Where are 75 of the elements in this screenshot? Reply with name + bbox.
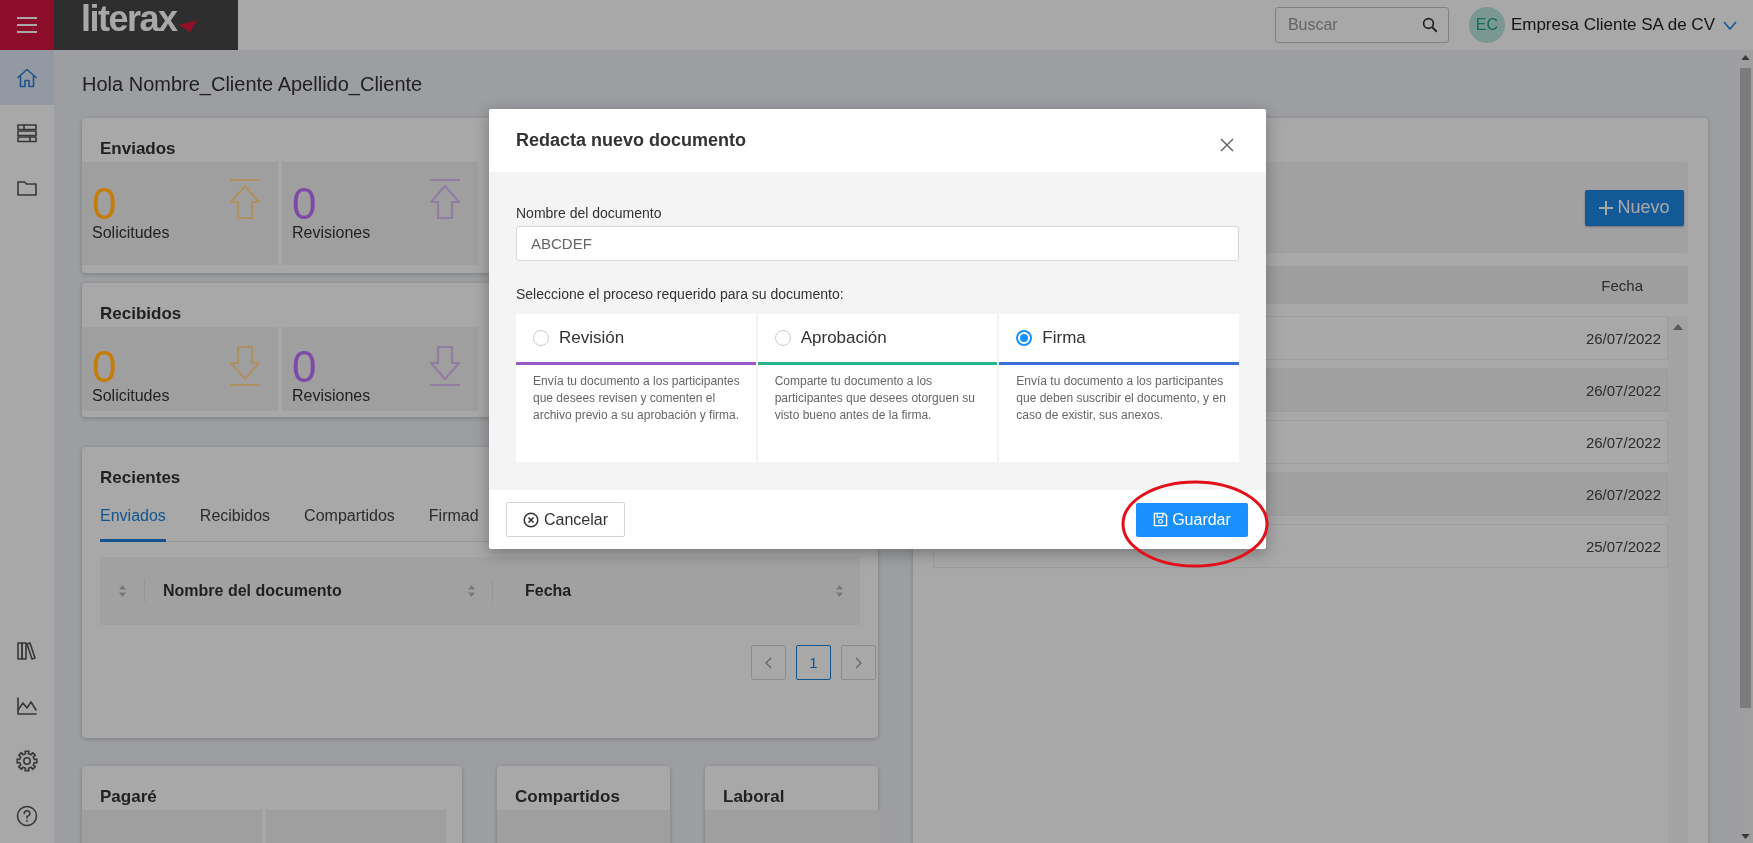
tab[interactable]: Enviados: [100, 507, 166, 542]
chevron-down-icon: [1723, 20, 1737, 30]
help-icon: [15, 803, 39, 828]
tab[interactable]: Firmad: [428, 507, 479, 542]
circle-x-icon: [523, 511, 539, 528]
scroll-up-icon: [1741, 55, 1750, 60]
search-icon: [1420, 16, 1439, 34]
greeting: Hola Nombre_Cliente Apellido_Cliente: [82, 72, 424, 98]
avatar: EC: [1468, 7, 1505, 43]
triangle-icon: [178, 20, 197, 32]
table-cell: 26/07/2022: [1585, 433, 1661, 451]
stat-value: 0: [92, 347, 117, 387]
radio-button[interactable]: [774, 330, 791, 346]
tab[interactable]: Recibidos: [199, 507, 271, 542]
download-arrow-icon: [427, 343, 463, 387]
radio-button[interactable]: [1016, 330, 1033, 346]
chevron-left-icon: [765, 656, 772, 669]
card-title: Enviados: [100, 138, 176, 160]
plus-icon: [1599, 200, 1614, 215]
option-title: Aprobación: [800, 328, 887, 348]
page-button[interactable]: 1: [796, 645, 831, 680]
instruction-text: Seleccione el proceso requerido para su documento:: [516, 286, 845, 302]
column-header: Nombre del documento: [163, 582, 342, 600]
card-title: Pagaré: [100, 786, 157, 808]
stat-value: 0: [292, 347, 317, 387]
close-icon: [1220, 137, 1234, 152]
option-title: Revisión: [559, 328, 625, 348]
account-name: Empresa Cliente SA de CV: [1510, 15, 1715, 35]
upload-arrow-icon: [227, 178, 263, 222]
scroll-down-icon: [1741, 834, 1750, 839]
tab[interactable]: Compartidos: [304, 507, 395, 542]
stat-label: Solicitudes: [92, 387, 170, 405]
name-field[interactable]: ABCDEF: [516, 226, 1239, 261]
cancel-button[interactable]: Cancelar: [506, 502, 625, 537]
save-button[interactable]: Guardar: [1136, 502, 1248, 537]
download-arrow-icon: [227, 343, 263, 387]
search-field[interactable]: Buscar: [1274, 7, 1449, 43]
sort-icon: [467, 584, 476, 598]
stat-label: Solicitudes: [92, 224, 170, 242]
menu-button[interactable]: [0, 0, 54, 50]
option-title: Firma: [1042, 328, 1086, 348]
sidebar-item[interactable]: [0, 50, 54, 105]
upload-arrow-icon: [427, 178, 463, 222]
stat-label: Revisiones: [292, 387, 371, 405]
sort-icon: [117, 584, 127, 598]
card-title: Recibidos: [100, 303, 182, 325]
column-header: Fecha: [1601, 276, 1643, 294]
process-option[interactable]: Aprobación Comparte tu documento a los participantes que desees otorguen su visto bueno antes de la firma.: [757, 314, 998, 462]
table-cell: 26/07/2022: [1585, 381, 1661, 399]
process-option[interactable]: Firma Envía tu documento a los participantes que deben suscribir el documento, y en caso de existir, sus anexos.: [999, 314, 1239, 462]
chevron-right-icon: [855, 656, 862, 669]
field-label: Nombre del documento: [516, 205, 663, 221]
settings-icon: [15, 748, 39, 773]
table-cell: 26/07/2022: [1585, 329, 1661, 347]
column-header: Fecha: [525, 582, 572, 600]
table-cell: 25/07/2022: [1585, 537, 1661, 555]
menu-icon: [16, 16, 38, 34]
option-description: Envía tu documento a los participantes que desees revisen y comenten el archivo previo a su aprobación y firma.: [533, 373, 741, 424]
new-button[interactable]: Nuevo: [1585, 189, 1684, 226]
scroll-up-icon: [1673, 324, 1683, 330]
card-title: Compartidos: [515, 786, 620, 808]
scrollbar-thumb[interactable]: [1740, 68, 1751, 708]
sort-icon: [835, 584, 844, 598]
stat-value: 0: [92, 184, 117, 224]
account-menu[interactable]: EC Empresa Cliente SA de CV: [1468, 7, 1737, 43]
dialog-title: Redacta nuevo documento: [516, 130, 747, 151]
save-icon: [1153, 512, 1169, 527]
stat-value: 0: [292, 184, 317, 224]
radio-button[interactable]: [533, 330, 549, 346]
card-title: Recientes: [100, 467, 181, 489]
logo: literax: [81, 1, 177, 37]
table-cell: 26/07/2022: [1585, 485, 1661, 503]
card-title: Laboral: [723, 786, 785, 808]
process-option[interactable]: Revisión Envía tu documento a los participantes que desees revisen y comenten el archivo previo a su aprobación y firma.: [516, 314, 756, 462]
stat-label: Revisiones: [292, 224, 371, 242]
